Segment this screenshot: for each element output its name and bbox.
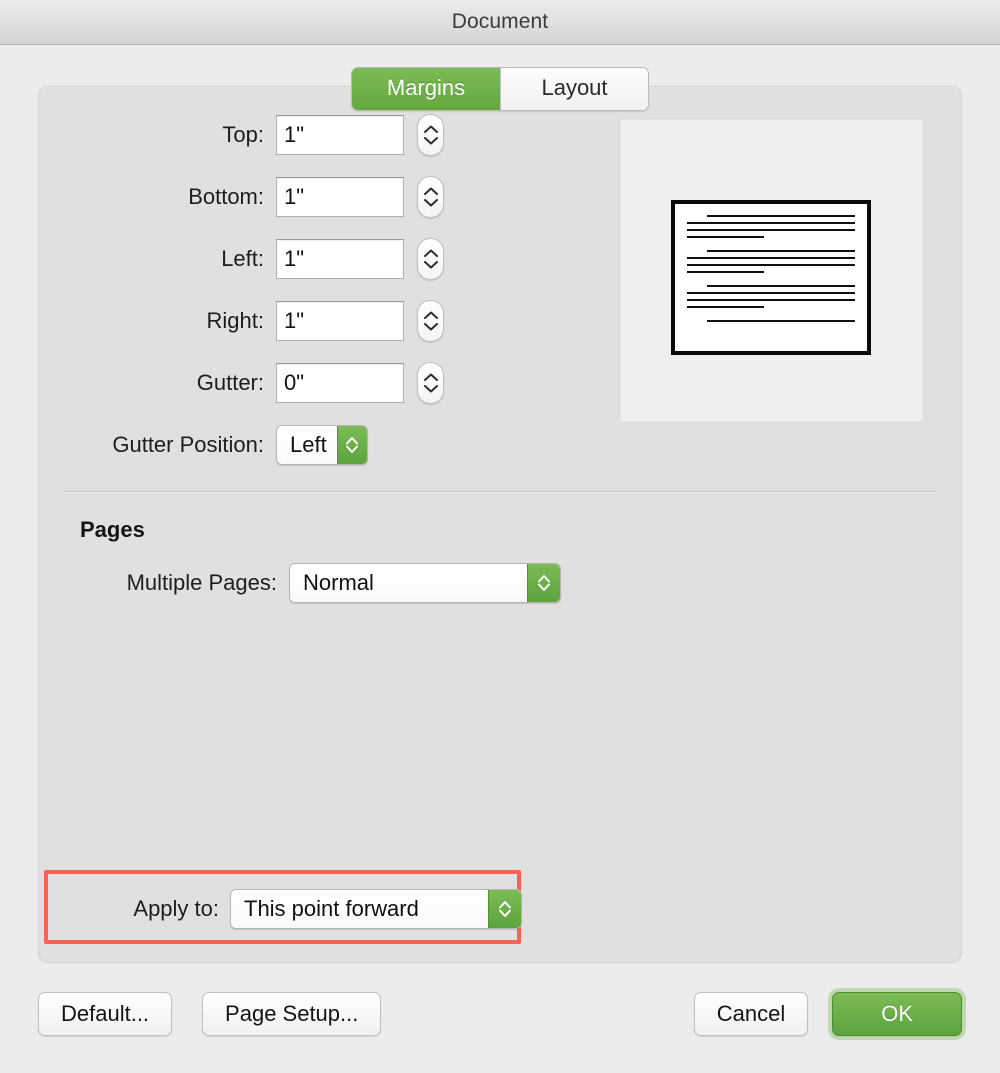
margin-row-right: Right: — [39, 295, 599, 347]
tab-layout[interactable]: Layout — [500, 68, 648, 110]
preview-text-line — [687, 236, 765, 238]
margin-row-top: Top: — [39, 109, 599, 161]
left-input[interactable] — [276, 239, 404, 279]
chevron-up-icon — [423, 249, 438, 257]
segmented-tab-control: Margins Layout — [351, 67, 649, 111]
chevron-down-icon — [423, 199, 438, 207]
gutter-position-value: Left — [277, 426, 337, 464]
apply-to-row: Apply to: This point forward — [76, 889, 522, 929]
margins-panel: Top: Bottom: Left: — [38, 86, 962, 963]
page-preview — [620, 119, 923, 422]
ok-button[interactable]: OK — [832, 992, 962, 1036]
updown-chevron-icon — [527, 564, 560, 602]
chevron-down-icon — [423, 323, 438, 331]
preview-page-sheet — [671, 200, 871, 355]
default-button[interactable]: Default... — [38, 992, 173, 1036]
preview-text-line — [707, 285, 855, 287]
multiple-pages-select[interactable]: Normal — [289, 563, 561, 603]
dialog-footer: Default... Page Setup... Cancel OK — [38, 990, 962, 1038]
right-stepper[interactable] — [417, 300, 444, 342]
chevron-up-icon — [423, 311, 438, 319]
preview-text-line — [687, 264, 855, 266]
bottom-input[interactable] — [276, 177, 404, 217]
top-input[interactable] — [276, 115, 404, 155]
top-label: Top: — [222, 122, 264, 147]
right-input[interactable] — [276, 301, 404, 341]
multiple-pages-value: Normal — [290, 564, 527, 602]
bottom-stepper[interactable] — [417, 176, 444, 218]
preview-text-line — [687, 292, 855, 294]
chevron-up-icon — [423, 373, 438, 381]
preview-paragraph-gap — [687, 313, 855, 320]
preview-paragraph-gap — [687, 278, 855, 285]
top-stepper[interactable] — [417, 114, 444, 156]
margin-row-left: Left: — [39, 233, 599, 285]
gutter-stepper[interactable] — [417, 362, 444, 404]
tab-margins-label: Margins — [386, 75, 466, 100]
gutter-input[interactable] — [276, 363, 404, 403]
preview-text-line — [707, 215, 855, 217]
margins-field-group: Top: Bottom: Left: — [39, 109, 599, 481]
document-dialog-window: Document Margins Layout Top: 1" Bottom: … — [0, 0, 1000, 1073]
updown-chevron-icon — [336, 426, 367, 464]
left-stepper[interactable] — [417, 238, 444, 280]
cancel-button[interactable]: Cancel — [693, 992, 809, 1036]
left-label: Left: — [221, 246, 264, 271]
preview-text-line — [687, 257, 855, 259]
preview-text-line — [707, 250, 855, 252]
preview-paragraph-gap — [687, 243, 855, 250]
preview-text-line — [687, 222, 855, 224]
tab-bar: Margins Layout — [0, 45, 1000, 111]
gutter-position-select[interactable]: Left — [276, 425, 368, 465]
chevron-down-icon — [423, 137, 438, 145]
apply-to-value: This point forward — [231, 890, 488, 928]
section-divider — [63, 491, 937, 492]
chevron-up-icon — [423, 125, 438, 133]
tab-margins[interactable]: Margins — [352, 68, 500, 110]
pages-section-title: Pages — [80, 517, 145, 542]
preview-text-line — [687, 271, 765, 273]
preview-text-line — [687, 306, 765, 308]
preview-text-line — [687, 299, 855, 301]
preview-text-line — [707, 320, 855, 322]
updown-chevron-icon — [488, 890, 521, 928]
gutter-position-label: Gutter Position: — [112, 432, 264, 457]
bottom-label: Bottom: — [188, 184, 264, 209]
chevron-down-icon — [423, 385, 438, 393]
margin-row-gutter-position: Gutter Position: Left — [39, 419, 599, 471]
tab-layout-label: Layout — [541, 75, 608, 100]
margin-row-bottom: Bottom: — [39, 171, 599, 223]
gutter-label: Gutter: — [196, 370, 264, 395]
preview-text-line — [687, 229, 855, 231]
multiple-pages-row: Multiple Pages: Normal — [39, 563, 561, 603]
window-title: Document — [451, 10, 549, 33]
apply-to-label: Apply to: — [133, 896, 219, 921]
chevron-down-icon — [423, 261, 438, 269]
titlebar: Document — [0, 0, 1000, 45]
right-label: Right: — [206, 308, 264, 333]
multiple-pages-label: Multiple Pages: — [126, 570, 277, 595]
apply-to-select[interactable]: This point forward — [230, 889, 522, 929]
margin-row-gutter: Gutter: — [39, 357, 599, 409]
page-setup-button[interactable]: Page Setup... — [202, 992, 382, 1036]
chevron-up-icon — [423, 187, 438, 195]
